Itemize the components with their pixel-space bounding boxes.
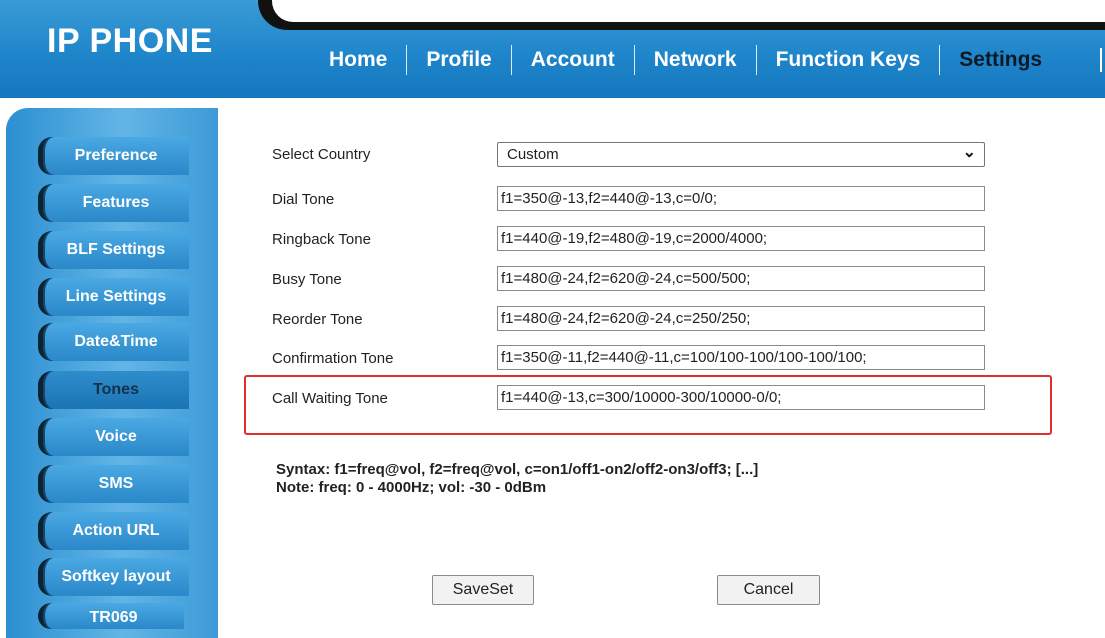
sidebar-item-preference[interactable]: Preference bbox=[38, 137, 189, 175]
nav-account[interactable]: Account bbox=[512, 45, 635, 75]
dial-tone-input[interactable]: f1=350@-13,f2=440@-13,c=0/0; bbox=[497, 186, 985, 211]
busy-tone-input[interactable]: f1=480@-24,f2=620@-24,c=500/500; bbox=[497, 266, 985, 291]
syntax-text: Syntax: f1=freq@vol, f2=freq@vol, c=on1/… bbox=[276, 461, 759, 478]
sidebar-item-line-settings[interactable]: Line Settings bbox=[38, 278, 189, 316]
sidebar-item-voice[interactable]: Voice bbox=[38, 418, 189, 456]
syntax-help: Syntax: f1=freq@vol, f2=freq@vol, c=on1/… bbox=[276, 461, 758, 497]
ringback-tone-label: Ringback Tone bbox=[272, 231, 371, 248]
nav-divider bbox=[1100, 48, 1102, 72]
nav-home[interactable]: Home bbox=[310, 45, 408, 75]
reorder-tone-input[interactable]: f1=480@-24,f2=620@-24,c=250/250; bbox=[497, 306, 985, 331]
sidebar-item-blf-settings[interactable]: BLF Settings bbox=[38, 231, 189, 269]
nav-function-keys[interactable]: Function Keys bbox=[757, 45, 941, 75]
nav-network[interactable]: Network bbox=[635, 45, 757, 75]
header-decoration-band bbox=[272, 0, 1105, 22]
country-select[interactable]: Custom ⌄ bbox=[497, 142, 985, 167]
saveset-button[interactable]: SaveSet bbox=[432, 575, 534, 605]
main-nav: Home Profile Account Network Function Ke… bbox=[310, 44, 1061, 76]
reorder-tone-label: Reorder Tone bbox=[272, 311, 363, 328]
ringback-tone-input[interactable]: f1=440@-19,f2=480@-19,c=2000/4000; bbox=[497, 226, 985, 251]
dial-tone-label: Dial Tone bbox=[272, 191, 335, 208]
chevron-down-icon: ⌄ bbox=[962, 144, 976, 161]
sidebar-item-softkey-layout[interactable]: Softkey layout bbox=[38, 558, 189, 596]
sidebar-item-features[interactable]: Features bbox=[38, 184, 189, 222]
top-header: IP PHONE Home Profile Account Network Fu… bbox=[0, 0, 1105, 98]
busy-tone-label: Busy Tone bbox=[272, 271, 342, 288]
sidebar-item-date-time[interactable]: Date&Time bbox=[38, 323, 189, 361]
select-country-label: Select Country bbox=[272, 146, 371, 163]
note-text: Note: freq: 0 - 4000Hz; vol: -30 - 0dBm bbox=[276, 479, 547, 496]
sidebar-item-action-url[interactable]: Action URL bbox=[38, 512, 189, 550]
country-select-value: Custom bbox=[507, 146, 559, 163]
confirmation-tone-input[interactable]: f1=350@-11,f2=440@-11,c=100/100-100/100-… bbox=[497, 345, 985, 370]
app-logo: IP PHONE bbox=[47, 22, 213, 60]
sidebar-item-tr069[interactable]: TR069 bbox=[38, 603, 184, 629]
cancel-button[interactable]: Cancel bbox=[717, 575, 820, 605]
nav-settings[interactable]: Settings bbox=[940, 45, 1061, 75]
sidebar-item-sms[interactable]: SMS bbox=[38, 465, 189, 503]
call-waiting-tone-input[interactable]: f1=440@-13,c=300/10000-300/10000-0/0; bbox=[497, 385, 985, 410]
sidebar-item-tones[interactable]: Tones bbox=[38, 371, 189, 409]
nav-profile[interactable]: Profile bbox=[407, 45, 512, 75]
call-waiting-tone-label: Call Waiting Tone bbox=[272, 390, 388, 407]
confirmation-tone-label: Confirmation Tone bbox=[272, 350, 394, 367]
